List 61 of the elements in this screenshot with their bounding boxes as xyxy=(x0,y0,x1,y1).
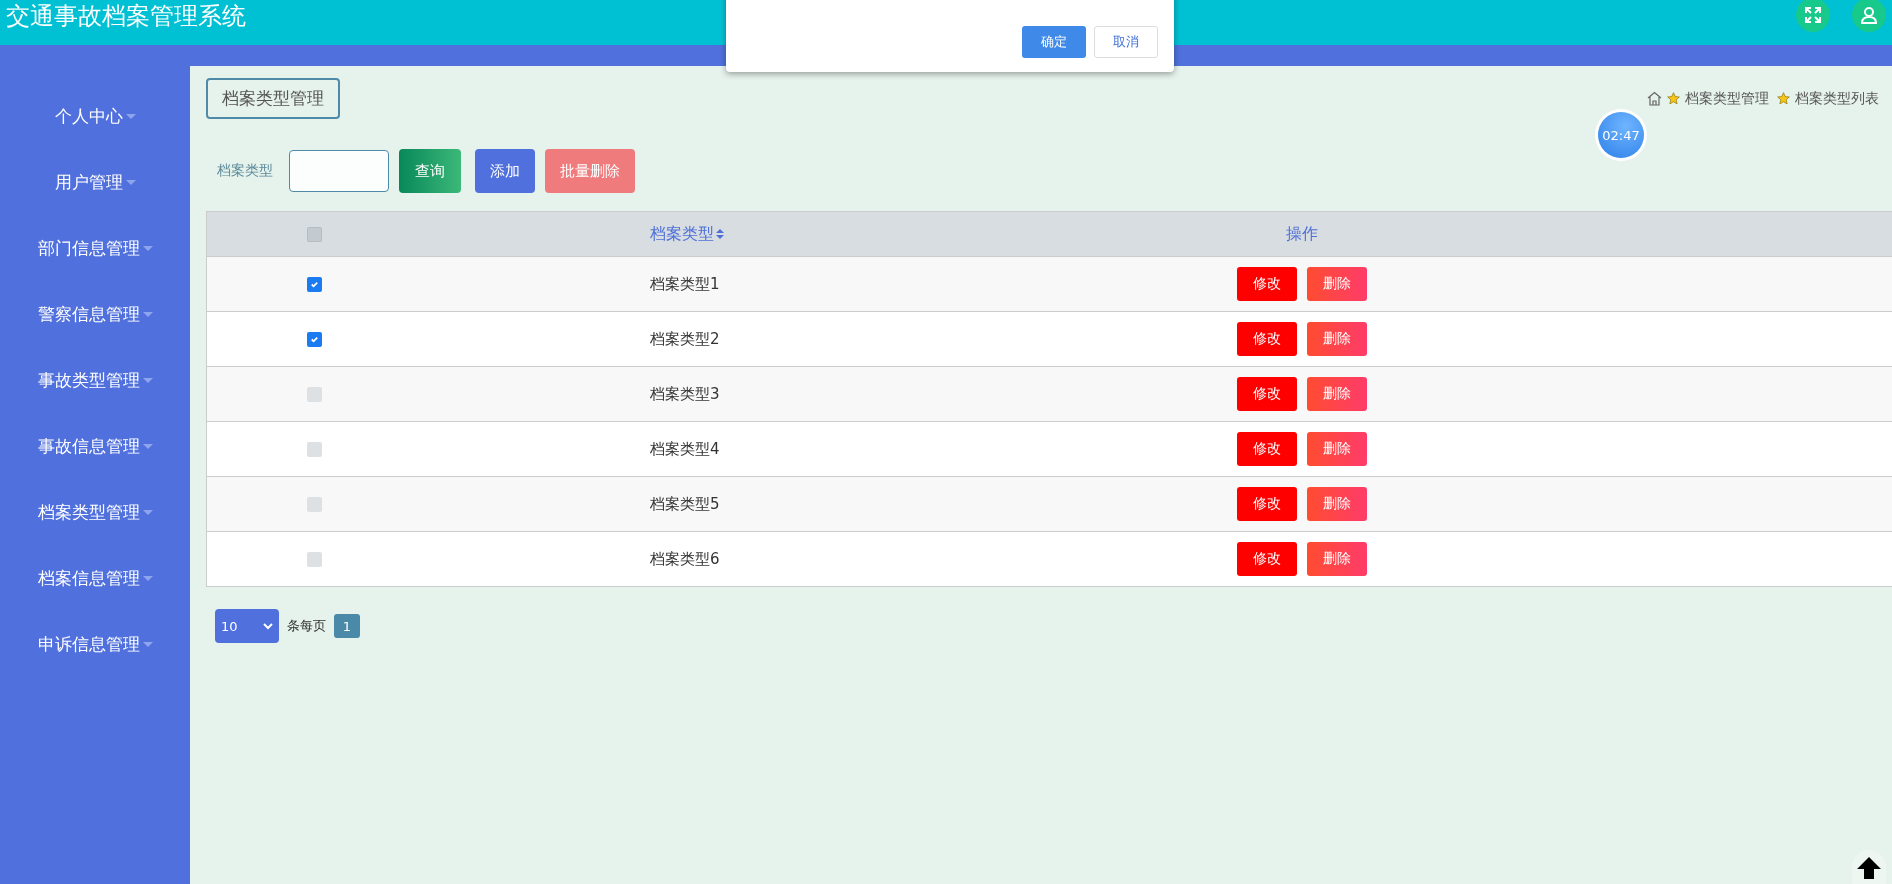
field-label: 档案类型 xyxy=(217,162,273,180)
edit-button[interactable]: 修改 xyxy=(1237,322,1297,356)
edit-button[interactable]: 修改 xyxy=(1237,377,1297,411)
sidebar-item[interactable]: 档案类型管理 xyxy=(0,479,190,545)
fullscreen-icon[interactable] xyxy=(1796,0,1830,32)
star-icon xyxy=(1777,92,1790,105)
back-to-top-icon[interactable] xyxy=(1852,850,1886,884)
delete-button[interactable]: 删除 xyxy=(1307,487,1367,521)
cancel-button[interactable]: 取消 xyxy=(1094,26,1158,58)
sidebar-item[interactable]: 档案信息管理 xyxy=(0,545,190,611)
table-cell: 档案类型5 xyxy=(650,494,720,514)
table-cell: 档案类型1 xyxy=(650,274,720,294)
checkbox[interactable] xyxy=(307,331,322,347)
page-size-select[interactable]: 10 xyxy=(215,609,279,643)
sidebar-item[interactable]: 个人中心 xyxy=(0,83,190,149)
table-cell: 档案类型6 xyxy=(650,549,720,569)
breadcrumb-item[interactable]: 档案类型管理 xyxy=(1685,89,1769,108)
edit-button[interactable]: 修改 xyxy=(1237,542,1297,576)
search-button[interactable]: 查询 xyxy=(399,149,461,193)
delete-button[interactable]: 删除 xyxy=(1307,542,1367,576)
home-icon[interactable] xyxy=(1647,91,1662,106)
checkbox[interactable] xyxy=(307,226,322,242)
sidebar-item[interactable]: 申诉信息管理 xyxy=(0,611,190,677)
checkbox[interactable] xyxy=(307,441,322,457)
add-button[interactable]: 添加 xyxy=(475,149,535,193)
search-field[interactable] xyxy=(289,150,389,192)
table-cell: 档案类型4 xyxy=(650,439,720,459)
delete-button[interactable]: 删除 xyxy=(1307,377,1367,411)
sidebar-item[interactable]: 用户管理 xyxy=(0,149,190,215)
page-title: 档案类型管理 xyxy=(206,78,340,119)
star-icon xyxy=(1667,92,1680,105)
batch-delete-button[interactable]: 批量删除 xyxy=(545,149,635,193)
chevron-icon xyxy=(263,622,273,630)
app-title: 交通事故档案管理系统 xyxy=(6,0,246,32)
checkbox[interactable] xyxy=(307,386,322,402)
sort-icon[interactable] xyxy=(716,229,724,239)
sidebar-item[interactable]: 事故信息管理 xyxy=(0,413,190,479)
checkbox[interactable] xyxy=(307,551,322,567)
breadcrumb-item[interactable]: 档案类型列表 xyxy=(1795,89,1879,108)
column-header: 操作 xyxy=(1286,223,1318,245)
check-icon xyxy=(310,334,319,344)
table-cell: 档案类型3 xyxy=(650,384,720,404)
check-icon xyxy=(310,279,319,289)
table-cell: 档案类型2 xyxy=(650,329,720,349)
checkbox[interactable] xyxy=(307,276,322,292)
checkbox[interactable] xyxy=(307,496,322,512)
delete-button[interactable]: 删除 xyxy=(1307,322,1367,356)
page-button[interactable]: 1 xyxy=(334,614,360,638)
sidebar-item[interactable]: 部门信息管理 xyxy=(0,215,190,281)
user-icon[interactable] xyxy=(1852,0,1886,32)
delete-button[interactable]: 删除 xyxy=(1307,432,1367,466)
sidebar-item[interactable]: 事故类型管理 xyxy=(0,347,190,413)
delete-button[interactable]: 删除 xyxy=(1307,267,1367,301)
edit-button[interactable]: 修改 xyxy=(1237,487,1297,521)
confirm-button[interactable]: 确定 xyxy=(1022,26,1086,58)
column-header[interactable]: 档案类型 xyxy=(650,223,714,245)
edit-button[interactable]: 修改 xyxy=(1237,432,1297,466)
per-page-label: 条每页 xyxy=(287,617,326,635)
timer-badge: 02:47 xyxy=(1598,112,1644,158)
sidebar-item[interactable]: 警察信息管理 xyxy=(0,281,190,347)
edit-button[interactable]: 修改 xyxy=(1237,267,1297,301)
